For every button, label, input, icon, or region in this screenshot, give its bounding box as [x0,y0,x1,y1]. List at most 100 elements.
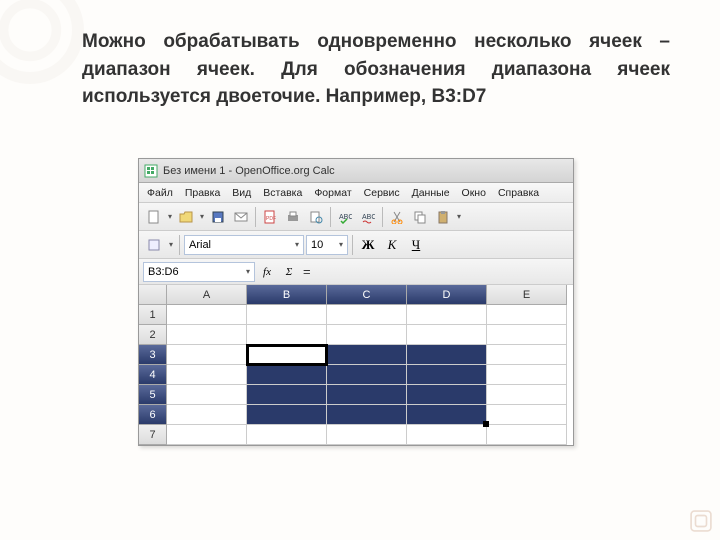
formatting-toolbar: ▾ Arial ▾ 10 ▾ Ж К Ч [139,231,573,259]
calc-window: Без имени 1 - OpenOffice.org Calc Файл П… [138,158,574,446]
italic-button[interactable]: К [381,235,403,255]
cut-button[interactable] [386,206,408,228]
cell-b2[interactable] [247,325,327,345]
autospell-button[interactable]: ABC [357,206,379,228]
cell-b1[interactable] [247,305,327,325]
open-dropdown-icon[interactable]: ▾ [198,212,206,221]
styles-button[interactable] [143,234,165,256]
cell-d6[interactable] [407,405,487,425]
formula-bar: B3:D6 ▾ fx Σ = [139,259,573,285]
toolbar-separator [352,235,353,255]
menu-edit[interactable]: Правка [179,185,226,201]
cell-e3[interactable] [487,345,567,365]
font-size-combo[interactable]: 10 ▾ [306,235,348,255]
toolbar-separator [382,207,383,227]
cell-d2[interactable] [407,325,487,345]
menu-insert[interactable]: Вставка [257,185,308,201]
menu-help[interactable]: Справка [492,185,545,201]
column-header-e[interactable]: E [487,285,567,305]
cell-d7[interactable] [407,425,487,445]
spellcheck-button[interactable]: ABC [334,206,356,228]
bold-button[interactable]: Ж [357,235,379,255]
paste-button[interactable] [432,206,454,228]
footer-ornament-icon [690,510,712,532]
svg-text:ABC: ABC [362,214,375,221]
cell-c5[interactable] [327,385,407,405]
cell-c3[interactable] [327,345,407,365]
menu-format[interactable]: Формат [308,185,357,201]
toolbar-separator [330,207,331,227]
row-header-6[interactable]: 6 [139,405,167,425]
font-size-value: 10 [311,239,323,251]
row-header-7[interactable]: 7 [139,425,167,445]
copy-button[interactable] [409,206,431,228]
cell-c1[interactable] [327,305,407,325]
cell-d5[interactable] [407,385,487,405]
cell-a7[interactable] [167,425,247,445]
row-header-4[interactable]: 4 [139,365,167,385]
cell-e4[interactable] [487,365,567,385]
spreadsheet-grid: A B C D E 1 2 3 [139,285,573,445]
cell-e1[interactable] [487,305,567,325]
cell-c2[interactable] [327,325,407,345]
print-preview-button[interactable] [305,206,327,228]
select-all-corner[interactable] [139,285,167,305]
cell-e7[interactable] [487,425,567,445]
cell-c4[interactable] [327,365,407,385]
cell-c7[interactable] [327,425,407,445]
function-wizard-button[interactable]: fx [257,262,277,282]
column-header-a[interactable]: A [167,285,247,305]
export-pdf-button[interactable]: PDF [259,206,281,228]
font-name-combo[interactable]: Arial ▾ [184,235,304,255]
save-button[interactable] [207,206,229,228]
titlebar: Без имени 1 - OpenOffice.org Calc [139,159,573,183]
paste-dropdown-icon[interactable]: ▾ [455,212,463,221]
underline-button[interactable]: Ч [405,235,427,255]
cell-a2[interactable] [167,325,247,345]
open-button[interactable] [175,206,197,228]
email-button[interactable] [230,206,252,228]
row-header-3[interactable]: 3 [139,345,167,365]
new-button[interactable] [143,206,165,228]
styles-dropdown-icon[interactable]: ▾ [167,240,175,249]
name-box[interactable]: B3:D6 ▾ [143,262,255,282]
cell-b5[interactable] [247,385,327,405]
window-title: Без имени 1 - OpenOffice.org Calc [163,165,335,177]
cell-e2[interactable] [487,325,567,345]
row-header-1[interactable]: 1 [139,305,167,325]
chevron-down-icon: ▾ [295,240,299,249]
cell-c6[interactable] [327,405,407,425]
description-text: Можно обрабатывать одновременно нескольк… [82,28,670,111]
standard-toolbar: ▾ ▾ PDF ABC ABC ▾ [139,203,573,231]
row-header-2[interactable]: 2 [139,325,167,345]
cell-a5[interactable] [167,385,247,405]
print-button[interactable] [282,206,304,228]
menu-data[interactable]: Данные [406,185,456,201]
cell-a3[interactable] [167,345,247,365]
menu-window[interactable]: Окно [456,185,492,201]
cell-b7[interactable] [247,425,327,445]
cell-d4[interactable] [407,365,487,385]
cell-b6[interactable] [247,405,327,425]
cell-b3[interactable] [247,345,327,365]
column-header-b[interactable]: B [247,285,327,305]
cell-d1[interactable] [407,305,487,325]
cell-a1[interactable] [167,305,247,325]
cell-a6[interactable] [167,405,247,425]
menu-view[interactable]: Вид [226,185,257,201]
cell-d3[interactable] [407,345,487,365]
new-dropdown-icon[interactable]: ▾ [166,212,174,221]
column-header-c[interactable]: C [327,285,407,305]
selection-handle[interactable] [483,421,489,427]
sum-button[interactable]: Σ [279,262,299,282]
equals-button[interactable]: = [301,264,313,279]
menu-file[interactable]: Файл [141,185,179,201]
row-header-5[interactable]: 5 [139,385,167,405]
toolbar-separator [255,207,256,227]
menu-tools[interactable]: Сервис [358,185,406,201]
cell-e6[interactable] [487,405,567,425]
column-header-d[interactable]: D [407,285,487,305]
cell-e5[interactable] [487,385,567,405]
cell-a4[interactable] [167,365,247,385]
cell-b4[interactable] [247,365,327,385]
